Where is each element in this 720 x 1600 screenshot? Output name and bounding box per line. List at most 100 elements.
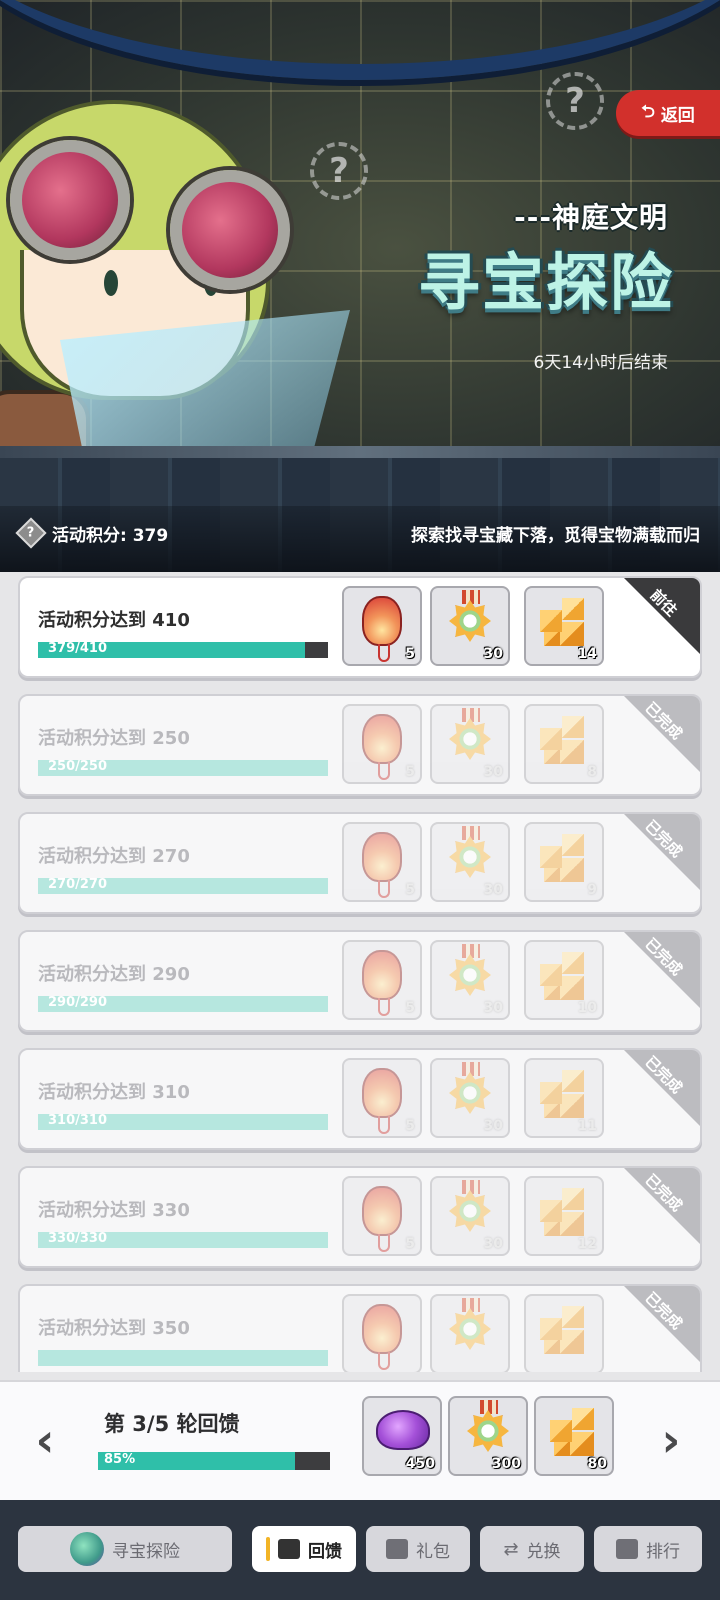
tab-treasure-hunt-label: 寻宝探险 [112,1541,180,1562]
reward-item[interactable]: 30 [430,822,510,902]
reward-item[interactable] [342,1294,422,1372]
reward-item[interactable]: 5 [342,704,422,784]
tab-exchange-label: 兑换 [526,1541,561,1562]
reward-count: 5 [405,764,415,780]
gift-box-icon [278,1539,300,1559]
reward-count: 5 [405,1118,415,1134]
reward-item[interactable]: 10 [524,940,604,1020]
cubes-icon [540,1188,588,1236]
medal-icon [449,1190,491,1232]
next-round-arrow-icon[interactable]: › [656,1412,686,1468]
reward-count: 30 [483,1000,503,1016]
prev-round-arrow-icon[interactable]: ‹ [30,1412,60,1468]
task-rewards: 5 30 9 [342,822,604,902]
tab-exchange[interactable]: ⇄ 兑换 [480,1526,584,1572]
reward-item[interactable]: 11 [524,1058,604,1138]
reward-count: 5 [405,1000,415,1016]
task-title: 活动积分达到 270 [38,846,190,867]
round-title: 第 3/5 轮回馈 [104,1412,240,1436]
reward-item[interactable]: 5 [342,940,422,1020]
task-title: 活动积分达到 350 [38,1318,190,1339]
round-reward-item[interactable]: 300 [448,1396,528,1476]
reward-count: 450 [405,1456,435,1472]
character-eye [104,270,118,296]
medal-icon [449,600,491,642]
medal-icon [449,954,491,996]
tab-ranking-label: 排行 [646,1541,680,1562]
task-progress-bar [38,1350,328,1366]
lantern-icon [362,1068,402,1134]
medal-icon [449,1308,491,1350]
score-row: ? 活动积分: 379 探索找寻宝藏下落，觅得宝物满载而归 [0,508,720,558]
task-progress-bar: 310/310 [38,1113,328,1130]
reward-count: 30 [483,764,503,780]
round-progress-bar: 85% [98,1452,330,1470]
lantern-icon [362,950,402,1016]
tab-treasure-hunt[interactable]: 寻宝探险 [18,1526,232,1572]
reward-count: 300 [491,1456,521,1472]
back-button-label: 返回 [660,105,695,126]
lantern-icon [362,1304,402,1370]
reward-item[interactable]: 30 [430,940,510,1020]
task-card[interactable]: 活动积分达到 250 250/250 5 30 8 已完成 [18,694,702,796]
goggle-lens-right [170,170,290,290]
return-arrow-icon: ⮌ [641,101,655,122]
planet-icon [70,1532,104,1566]
task-card[interactable]: 活动积分达到 290 290/290 5 30 10 已完成 [18,930,702,1032]
task-card[interactable]: 活动积分达到 350 已完成 [18,1284,702,1372]
reward-item[interactable] [524,1294,604,1372]
lantern-icon [362,714,402,780]
tab-gift-pack-label: 礼包 [416,1541,450,1562]
cubes-icon [540,952,588,1000]
event-title: 寻宝探险 [417,246,674,319]
cubes-icon [540,834,588,882]
event-subtitle: ---神庭文明 [514,201,668,234]
lantern-icon [362,1186,402,1252]
task-rewards: 5 30 11 [342,1058,604,1138]
task-rewards: 5 30 8 [342,704,604,784]
task-list[interactable]: 活动积分达到 410 379/410 5 30 14 前往 活动积分达到 250… [0,572,720,1372]
task-card[interactable]: 活动积分达到 310 310/310 5 30 11 已完成 [18,1048,702,1150]
bottom-nav: 寻宝探险 回馈 礼包 ⇄ 兑换 排行 [0,1500,720,1600]
reward-item[interactable]: 5 [342,1058,422,1138]
back-button[interactable]: ⮌ 返回 [616,90,720,136]
help-icon[interactable]: ? [15,517,47,549]
reward-count: 14 [577,646,597,662]
reward-item[interactable]: 5 [342,822,422,902]
tab-ranking[interactable]: 排行 [594,1526,702,1572]
reward-item[interactable]: 8 [524,704,604,784]
score-info: ? 活动积分: 379 [15,517,168,549]
task-card[interactable]: 活动积分达到 410 379/410 5 30 14 前往 [18,576,702,678]
tab-feedback[interactable]: 回馈 [252,1526,356,1572]
round-reward-item[interactable]: 80 [534,1396,614,1476]
reward-count: 5 [405,646,415,662]
reward-item[interactable]: 5 [342,1176,422,1256]
reward-count: 8 [587,764,597,780]
reward-item[interactable]: 30 [430,1176,510,1256]
package-icon [386,1539,408,1559]
round-reward-item[interactable]: 450 [362,1396,442,1476]
task-card[interactable]: 活动积分达到 270 270/270 5 30 9 已完成 [18,812,702,914]
reward-item[interactable]: 12 [524,1176,604,1256]
reward-item[interactable]: 30 [430,1058,510,1138]
task-progress-label: 379/410 [48,641,108,656]
reward-item[interactable]: 9 [524,822,604,902]
reward-count: 9 [587,882,597,898]
reward-item[interactable]: 30 [430,586,510,666]
medal-icon [449,1072,491,1114]
task-progress-label: 250/250 [48,759,108,774]
reward-item[interactable]: 14 [524,586,604,666]
task-progress-fill [38,1350,328,1366]
tab-gift-pack[interactable]: 礼包 [366,1526,470,1572]
cubes-icon [540,1306,588,1354]
task-progress-bar: 330/330 [38,1231,328,1248]
reward-item[interactable]: 5 [342,586,422,666]
reward-item[interactable] [430,1294,510,1372]
task-progress-label: 290/290 [48,995,108,1010]
task-progress-label: 330/330 [48,1231,108,1246]
reward-item[interactable]: 30 [430,704,510,784]
reward-count: 5 [405,882,415,898]
task-card[interactable]: 活动积分达到 330 330/330 5 30 12 已完成 [18,1166,702,1268]
task-rewards: 5 30 10 [342,940,604,1020]
cubes-icon [540,598,588,646]
